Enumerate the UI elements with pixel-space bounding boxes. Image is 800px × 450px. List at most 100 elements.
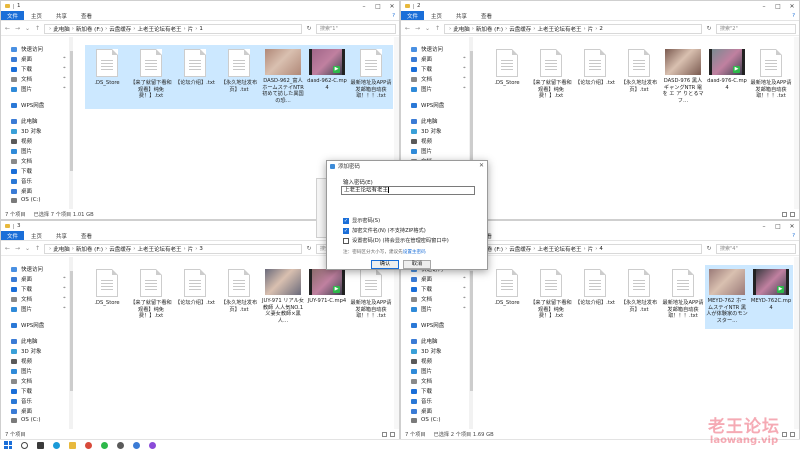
minimize-icon[interactable]: – xyxy=(757,1,771,11)
sidebar-item[interactable]: 下载 xyxy=(11,167,32,175)
sidebar-item[interactable]: 图片 xyxy=(411,305,432,313)
sidebar-item[interactable]: OS (C:) xyxy=(411,417,441,423)
up-icon[interactable]: ↑ xyxy=(434,25,441,32)
tab-view[interactable]: 查看 xyxy=(474,11,499,20)
app-icon[interactable] xyxy=(149,441,156,449)
tab-home[interactable]: 主页 xyxy=(424,11,449,20)
sidebar-item[interactable]: WPS网盘 xyxy=(411,321,444,329)
sidebar-item[interactable]: 3D 对象 xyxy=(11,127,41,135)
file-item[interactable]: DASD-976 黑人ギャングNTR 電を エ ア りとるマフ… xyxy=(661,45,705,109)
breadcrumb-segment[interactable]: 上老王论坛有老王 xyxy=(137,245,181,253)
sidebar-item[interactable]: 文档 xyxy=(411,295,432,303)
help-icon[interactable]: ? xyxy=(792,11,799,20)
large-icons-view-icon[interactable] xyxy=(390,431,395,437)
up-icon[interactable]: ↑ xyxy=(34,245,41,252)
sidebar-item[interactable]: 视频 xyxy=(11,357,32,365)
minimize-icon[interactable]: – xyxy=(357,1,371,11)
set-master-password-link[interactable]: 设置主密码 xyxy=(403,250,426,255)
breadcrumb-segment[interactable]: 上老王论坛有老王 xyxy=(137,25,181,33)
app-icon[interactable] xyxy=(133,441,140,449)
details-view-icon[interactable] xyxy=(782,211,787,217)
sidebar-item[interactable]: WPS网盘 xyxy=(11,321,44,329)
forward-icon[interactable]: → xyxy=(414,25,421,32)
sidebar-item[interactable]: 音乐 xyxy=(11,177,32,185)
content-scrollbar[interactable] xyxy=(794,37,799,209)
up-icon[interactable]: ↑ xyxy=(34,25,41,32)
sidebar-item[interactable]: 视频 xyxy=(11,137,32,145)
file-explorer-icon[interactable] xyxy=(69,441,76,449)
recent-dropdown-icon[interactable]: ⌄ xyxy=(24,245,31,252)
file-item[interactable]: .DS_Store xyxy=(85,265,129,329)
file-item[interactable]: 【论坛介绍】.txt xyxy=(573,265,617,329)
maximize-icon[interactable]: □ xyxy=(371,1,385,11)
breadcrumb[interactable]: › 此电脑 › 新加卷 (F:) › 云盘缓存 › 上老王论坛有老王 › 片 › 1 xyxy=(44,23,302,34)
refresh-icon[interactable]: ↻ xyxy=(705,245,713,252)
sidebar-item[interactable]: 图片 xyxy=(11,85,32,93)
sidebar-item[interactable]: 图片 xyxy=(411,367,432,375)
sidebar-scrollbar[interactable] xyxy=(69,37,73,209)
ok-button[interactable]: 确认 xyxy=(371,260,399,269)
file-item[interactable]: 【永久地址发布页】.txt xyxy=(617,265,661,329)
search-input[interactable]: 搜索"1" xyxy=(316,23,396,34)
sidebar-item[interactable]: 下载 xyxy=(411,285,432,293)
sidebar-item[interactable]: 3D 对象 xyxy=(11,347,41,355)
file-item[interactable]: .DS_Store xyxy=(485,265,529,329)
tab-file[interactable]: 文件 xyxy=(1,231,25,240)
file-item[interactable]: .DS_Store xyxy=(485,45,529,109)
app-icon[interactable] xyxy=(117,441,124,449)
content-scrollbar[interactable] xyxy=(794,257,799,429)
details-view-icon[interactable] xyxy=(782,431,787,437)
sidebar-item[interactable]: 视频 xyxy=(411,357,432,365)
scrollbar-thumb[interactable] xyxy=(469,51,473,171)
recent-dropdown-icon[interactable]: ⌄ xyxy=(424,25,431,32)
breadcrumb-segment[interactable]: 4 xyxy=(599,246,603,252)
breadcrumb[interactable]: › 此电脑 › 新加卷 (F:) › 云盘缓存 › 上老王论坛有老王 › 片 › 2 xyxy=(444,23,702,34)
sidebar-item[interactable]: 桌面 xyxy=(11,187,32,195)
close-icon[interactable]: ✕ xyxy=(785,1,799,11)
sidebar-item[interactable]: 音乐 xyxy=(11,397,32,405)
sidebar-item[interactable]: 快速访问 xyxy=(411,45,443,53)
file-item[interactable]: 最新地址及APP请发邮箱自动获取！！！.txt xyxy=(749,45,793,109)
tab-view[interactable]: 查看 xyxy=(74,11,99,20)
breadcrumb-segment[interactable]: 此电脑 xyxy=(453,25,470,33)
sidebar-item[interactable]: 3D 对象 xyxy=(411,347,441,355)
forward-icon[interactable]: → xyxy=(14,25,21,32)
sidebar-item[interactable]: 文档 xyxy=(11,377,32,385)
task-view-icon[interactable] xyxy=(37,441,44,449)
refresh-icon[interactable]: ↻ xyxy=(305,25,313,32)
file-item[interactable]: 【论坛介绍】.txt xyxy=(173,265,217,329)
back-icon[interactable]: ← xyxy=(404,25,411,32)
sidebar-item[interactable]: 桌面 xyxy=(411,407,432,415)
breadcrumb-segment[interactable]: 片 xyxy=(188,245,194,253)
maximize-icon[interactable]: □ xyxy=(771,221,785,231)
sidebar-item[interactable]: 文档 xyxy=(11,157,32,165)
breadcrumb-segment[interactable]: 片 xyxy=(588,245,594,253)
file-item[interactable]: 【永久地址发布页】.txt xyxy=(217,265,261,329)
file-item[interactable]: JUY-971 リアル女教師 人人気NO.1 义妻女教師×黑人… xyxy=(261,265,305,329)
file-item[interactable]: 最新地址及APP请发邮箱自动获取！！！.txt xyxy=(661,265,705,329)
breadcrumb-segment[interactable]: 新加卷 (F:) xyxy=(76,25,103,33)
file-item[interactable]: 【来了就留下看和观看】纯免费！】.txt xyxy=(529,265,573,329)
sidebar-item[interactable]: 3D 对象 xyxy=(411,127,441,135)
help-icon[interactable]: ? xyxy=(792,231,799,240)
breadcrumb-segment[interactable]: 1 xyxy=(199,26,203,32)
breadcrumb-segment[interactable]: 3 xyxy=(199,246,203,252)
sidebar-item[interactable]: 快速访问 xyxy=(11,45,43,53)
sidebar-item[interactable]: 桌面 xyxy=(11,55,32,63)
sidebar-item[interactable]: OS (C:) xyxy=(11,197,41,203)
sidebar-item[interactable]: 文档 xyxy=(11,295,32,303)
tab-file[interactable]: 文件 xyxy=(1,11,25,20)
sidebar-item[interactable]: 图片 xyxy=(11,367,32,375)
refresh-icon[interactable]: ↻ xyxy=(705,25,713,32)
app-icon[interactable] xyxy=(101,441,108,449)
file-item[interactable]: ▶ MEYD-762C.mp4 xyxy=(749,265,793,329)
sidebar-item[interactable]: 桌面 xyxy=(11,275,32,283)
breadcrumb-segment[interactable]: 新加卷 (F:) xyxy=(76,245,103,253)
sidebar-item[interactable]: 快速访问 xyxy=(11,265,43,273)
file-item[interactable]: .DS_Store xyxy=(85,45,129,109)
sidebar-item[interactable]: 此电脑 xyxy=(11,337,38,345)
file-item[interactable]: 【来了就留下看和观看】纯免费！】.txt xyxy=(129,265,173,329)
file-item[interactable]: 最新地址及APP请发邮箱自动获取！！！.txt xyxy=(349,265,393,329)
back-icon[interactable]: ← xyxy=(4,25,11,32)
file-item[interactable]: ▶ JUY-971-C.mp4 xyxy=(305,265,349,329)
